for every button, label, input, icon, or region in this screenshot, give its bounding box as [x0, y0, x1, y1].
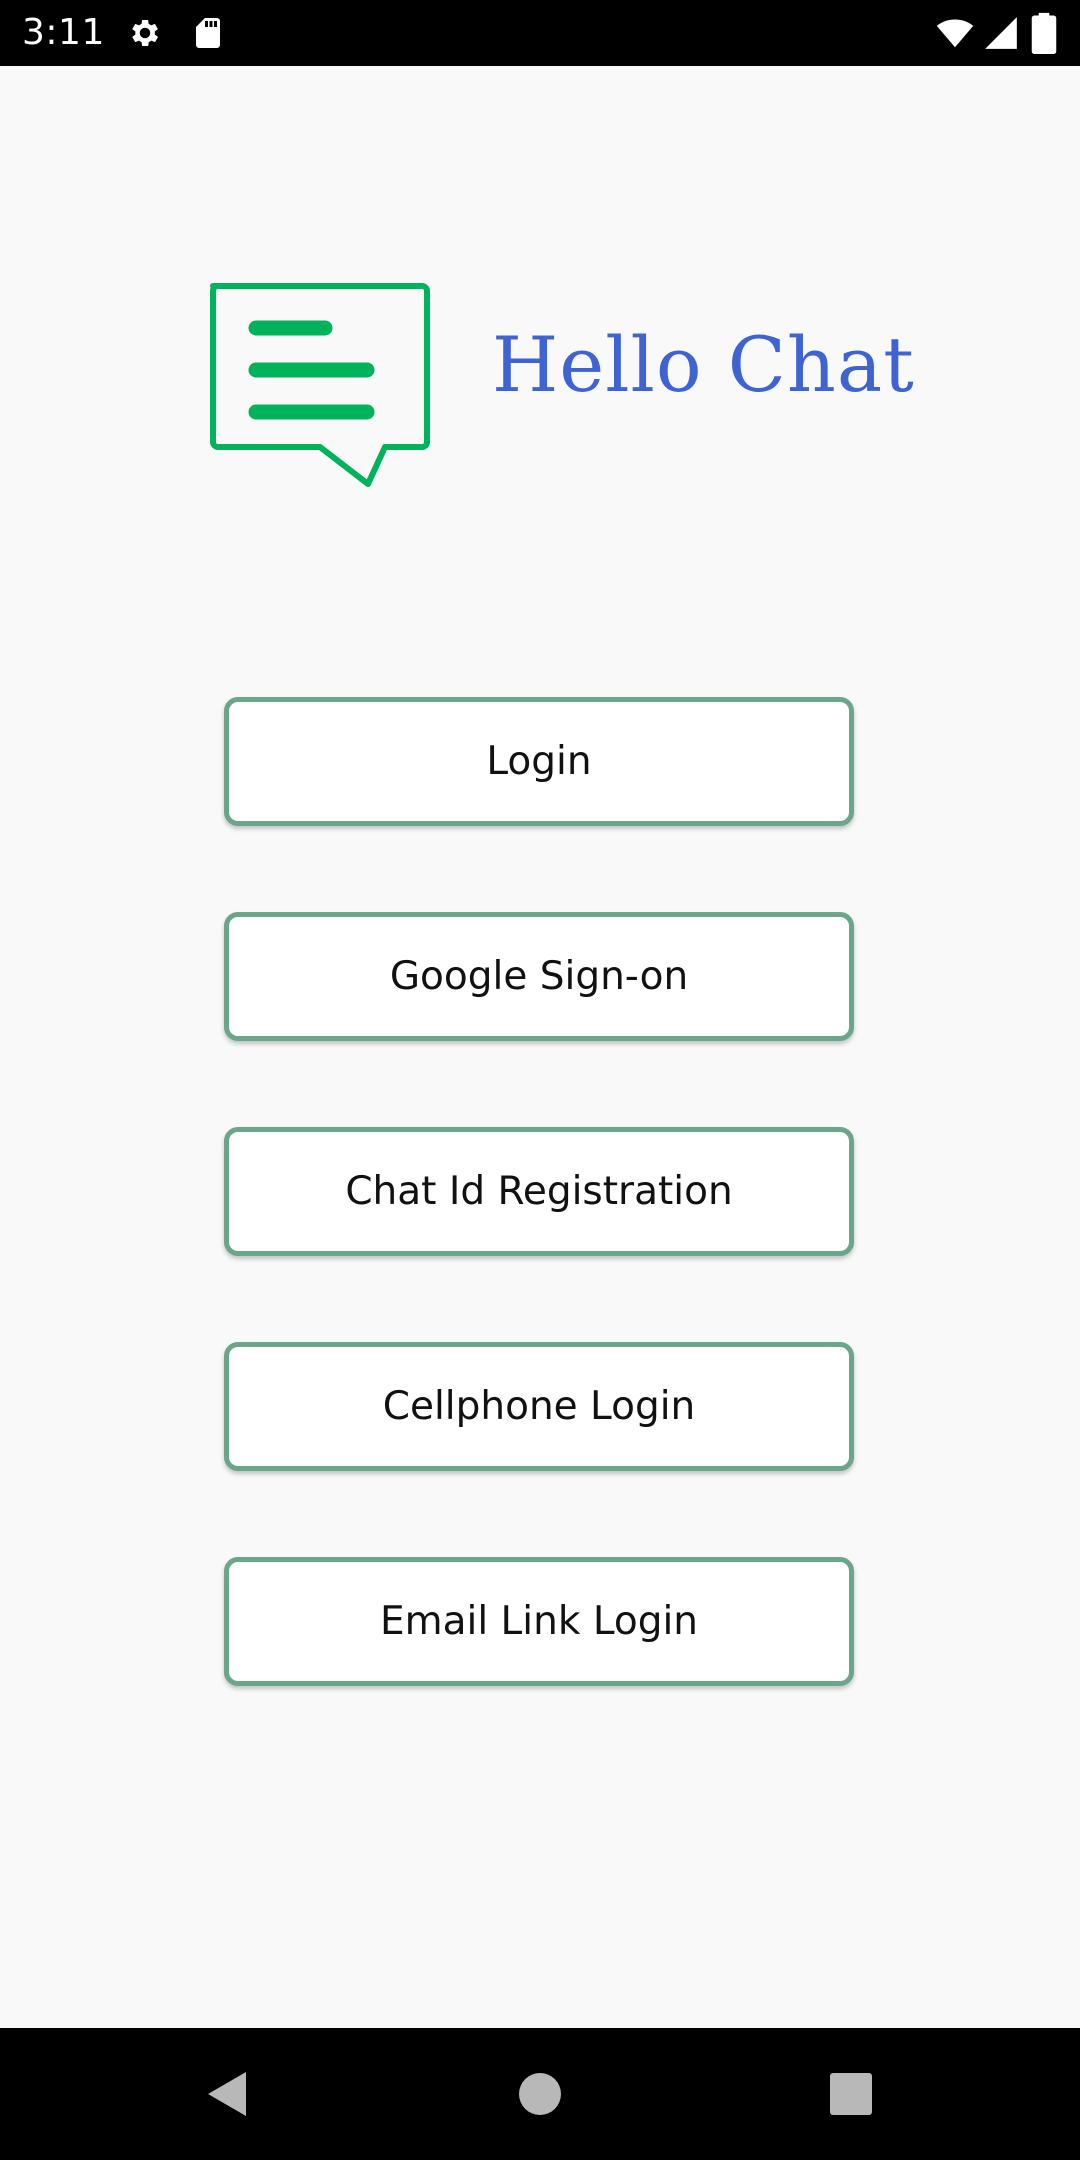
wifi-icon: [936, 19, 974, 48]
cellphone-login-button[interactable]: Cellphone Login: [224, 1342, 854, 1471]
status-bar: 3:11: [0, 0, 1080, 66]
battery-icon: [1031, 12, 1057, 54]
gear-icon: [132, 19, 159, 47]
app-title: Hello Chat: [492, 320, 915, 409]
login-options: Login Google Sign-on Chat Id Registratio…: [224, 697, 854, 1772]
sd-card-icon: [196, 18, 220, 48]
email-link-login-button[interactable]: Email Link Login: [224, 1557, 854, 1686]
chat-bubble-icon: [210, 283, 430, 487]
status-time: 3:11: [22, 12, 105, 53]
home-icon[interactable]: [510, 2064, 570, 2124]
cell-signal-icon: [985, 17, 1017, 49]
chat-id-registration-button[interactable]: Chat Id Registration: [224, 1127, 854, 1256]
recents-icon[interactable]: [821, 2064, 881, 2124]
login-button[interactable]: Login: [224, 697, 854, 826]
nav-bar: [0, 2028, 1080, 2160]
back-icon[interactable]: [196, 2064, 256, 2124]
app-logo: [205, 280, 435, 490]
google-sign-on-button[interactable]: Google Sign-on: [224, 912, 854, 1041]
